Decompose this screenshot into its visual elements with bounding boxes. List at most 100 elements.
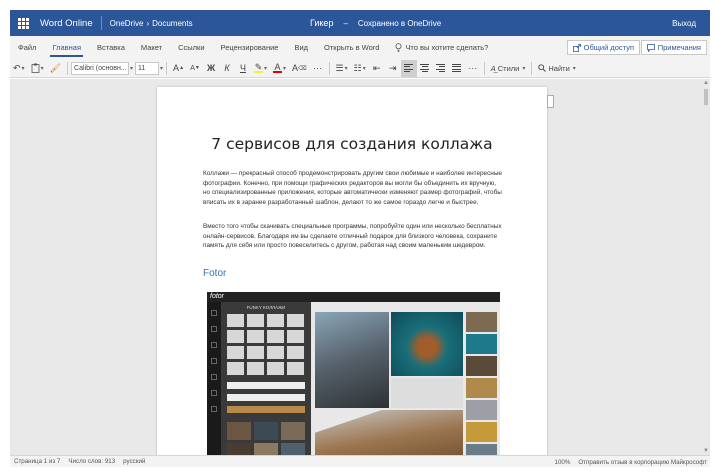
decrease-indent-button[interactable]: ⇤ (369, 60, 385, 77)
share-label: Общий доступ (583, 43, 634, 52)
comments-button[interactable]: Примечания (640, 40, 707, 55)
toolbar-divider (166, 61, 168, 75)
screenshot-panel-button (227, 406, 305, 413)
clear-formatting-button[interactable]: A ⌫ (289, 60, 310, 77)
fotor-logo: fotor (210, 293, 225, 300)
tab-layout[interactable]: Макет (133, 36, 170, 59)
align-right-button[interactable] (433, 60, 449, 77)
increase-indent-button[interactable]: ⇥ (385, 60, 401, 77)
section-heading-fotor[interactable]: Fotor (203, 268, 226, 279)
share-icon (572, 43, 581, 52)
tell-me-label: Что вы хотите сделать? (405, 43, 489, 52)
document-page[interactable]: 7 сервисов для создания коллажа Коллажи … (157, 87, 547, 455)
screenshot-panel-field (227, 382, 305, 389)
highlighter-icon: ✎ (254, 62, 263, 72)
more-paragraph-options-button[interactable]: ··· (465, 60, 481, 77)
app-launcher-button[interactable] (10, 10, 36, 36)
shrink-font-button[interactable]: A ▼ (187, 60, 203, 77)
tab-view[interactable]: Вид (286, 36, 316, 59)
screenshot-panel-title: FUNKY КОЛЛАЖИ (246, 305, 286, 310)
comment-icon (646, 43, 655, 52)
styles-button[interactable]: A͟ Стили ▾ (488, 60, 529, 77)
status-bar: Страница 1 из 7 Число слов: 913 русский … (10, 455, 710, 467)
justify-button[interactable] (449, 60, 465, 77)
word-count[interactable]: Число слов: 913 (64, 458, 119, 465)
paste-button[interactable]: ▾ (28, 60, 47, 77)
align-right-icon (436, 63, 446, 73)
comments-label: Примечания (657, 43, 701, 52)
tab-file[interactable]: Файл (10, 36, 44, 59)
scroll-down-icon[interactable]: ▼ (703, 448, 709, 454)
document-name[interactable]: Гикер (310, 18, 333, 28)
fotor-screenshot-image[interactable]: fotor FUNKY КОЛЛАЖИ (207, 292, 500, 455)
undo-button[interactable]: ↶ ▾ (10, 60, 28, 77)
document-heading[interactable]: 7 сервисов для создания коллажа (157, 135, 547, 153)
feedback-link[interactable]: Отправить отзыв в корпорацию Майкрософт (578, 459, 707, 466)
share-button[interactable]: Общий доступ (566, 40, 640, 55)
chevron-down-icon[interactable]: ▾ (160, 65, 163, 72)
turtle-photo (391, 312, 463, 376)
lightbulb-icon (395, 43, 402, 52)
save-status: Сохранено в OneDrive (357, 18, 442, 28)
bold-button[interactable]: Ж (203, 60, 219, 77)
document-canvas[interactable]: 7 сервисов для создания коллажа Коллажи … (10, 79, 710, 455)
ribbon-tabs: Файл Главная Вставка Макет Ссылки Реценз… (10, 36, 710, 59)
more-font-options-button[interactable]: ··· (310, 60, 326, 77)
scrollbar-thumb[interactable] (704, 89, 708, 105)
document-title-area: Гикер – Сохранено в OneDrive (310, 10, 441, 36)
tell-me-search[interactable]: Что вы хотите сделать? (387, 43, 488, 52)
page-ruler-marker (547, 95, 554, 108)
tab-review[interactable]: Рецензирование (213, 36, 287, 59)
tab-references[interactable]: Ссылки (170, 36, 212, 59)
language[interactable]: русский (119, 458, 149, 465)
align-left-button[interactable] (400, 59, 417, 77)
align-left-icon (404, 63, 414, 73)
tab-home[interactable]: Главная (44, 36, 89, 59)
breadcrumb-onedrive[interactable]: OneDrive (110, 19, 144, 28)
bullet-list-icon: ☰ (335, 62, 344, 73)
title-bar: Word Online OneDrive › Documents Гикер –… (10, 10, 710, 36)
find-button[interactable]: Найти ▾ (535, 60, 578, 77)
italic-button[interactable]: К (219, 60, 235, 77)
format-painter-button[interactable]: 🖌 (47, 60, 64, 77)
paragraph-services[interactable]: Вместо того чтобы скачивать специальные … (203, 222, 503, 251)
screenshot-photo-strip (466, 312, 497, 455)
lynx-photo (315, 410, 463, 455)
screenshot-photo-grid (227, 422, 305, 455)
waffle-icon (17, 17, 29, 29)
numbering-button[interactable]: ☷ ▾ (351, 60, 369, 77)
align-center-button[interactable] (417, 60, 433, 77)
screenshot-collage-panel: FUNKY КОЛЛАЖИ (221, 302, 311, 455)
breadcrumb: OneDrive › Documents (110, 19, 193, 28)
owl-photo (315, 312, 389, 408)
font-color-button[interactable]: A ▾ (270, 60, 289, 77)
toolbar-divider (328, 61, 330, 75)
grow-font-button[interactable]: A ▲ (170, 60, 187, 77)
highlight-button[interactable]: ✎ ▾ (251, 60, 270, 77)
chevron-down-icon[interactable]: ▾ (130, 65, 133, 72)
styles-icon: A͟ (490, 63, 496, 73)
app-name[interactable]: Word Online (40, 18, 93, 29)
title-dash: – (343, 18, 348, 28)
bullets-button[interactable]: ☰ ▾ (333, 60, 351, 77)
zoom-level[interactable]: 100% (555, 459, 571, 466)
toolbar-divider (483, 61, 485, 75)
outdent-icon: ⇤ (372, 62, 381, 73)
breadcrumb-separator: › (146, 18, 150, 28)
align-center-icon (420, 63, 430, 73)
toolbar-divider (67, 61, 69, 75)
open-in-word-button[interactable]: Открыть в Word (316, 36, 387, 59)
vertical-scrollbar[interactable]: ▲ ▼ (702, 79, 710, 455)
sign-out-button[interactable]: Выход (672, 10, 696, 36)
numbered-list-icon: ☷ (353, 62, 362, 73)
template-thumbnails (227, 314, 305, 375)
breadcrumb-documents[interactable]: Documents (152, 19, 192, 28)
underline-button[interactable]: Ч (235, 60, 251, 77)
font-size-select[interactable]: 11 (135, 61, 160, 75)
paragraph-intro[interactable]: Коллажи — прекрасный способ продемонстри… (203, 169, 503, 207)
font-name-select[interactable]: Calibri (основн... (71, 61, 130, 75)
tab-insert[interactable]: Вставка (89, 36, 133, 59)
screenshot-sidebar (207, 302, 221, 455)
scroll-up-icon[interactable]: ▲ (703, 80, 709, 86)
title-divider (100, 16, 102, 30)
